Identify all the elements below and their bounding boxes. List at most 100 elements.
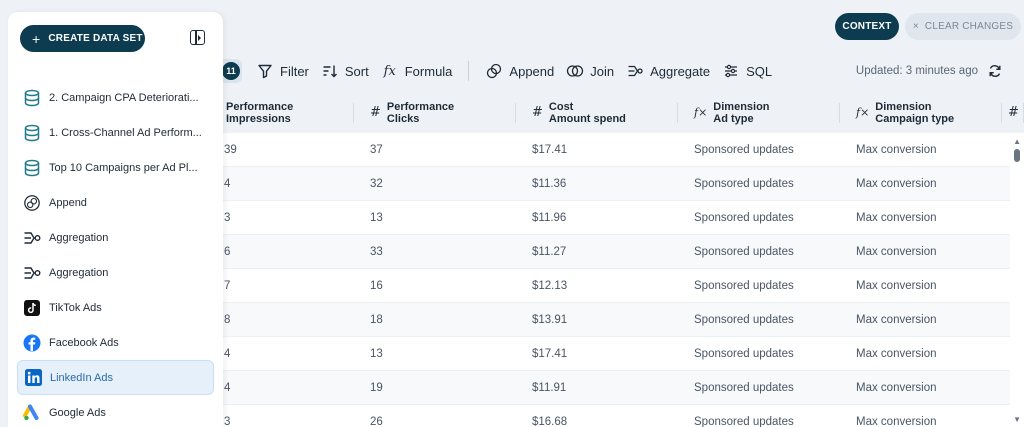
column-name-label: Amount spend (548, 113, 626, 125)
context-button[interactable]: CONTEXT (835, 13, 899, 40)
column-group-label: Dimension (875, 101, 932, 113)
amount-spend-cell[interactable]: $11.36 (516, 178, 678, 190)
impressions-cell[interactable]: 6 (222, 246, 354, 258)
vertical-scrollbar[interactable] (1010, 133, 1024, 427)
campaign-type-cell[interactable]: Max conversion (840, 416, 1002, 427)
amount-spend-cell[interactable]: $16.68 (516, 416, 678, 427)
impressions-cell[interactable]: 3 (222, 212, 354, 224)
clicks-cell[interactable]: 26 (354, 416, 516, 427)
ad-type-cell[interactable]: Sponsored updates (678, 382, 840, 394)
column-header-campaign-type[interactable]: 𝑓× Dimension Campaign type (840, 93, 1002, 133)
column-header-impressions[interactable]: Performance Impressions (222, 93, 354, 133)
amount-spend-cell[interactable]: $13.91 (516, 314, 678, 326)
clicks-cell[interactable]: 33 (354, 246, 516, 258)
sidebar-item[interactable]: Append (17, 185, 214, 220)
amount-spend-cell[interactable]: $11.96 (516, 212, 678, 224)
clicks-cell[interactable]: 32 (354, 178, 516, 190)
impressions-cell[interactable]: 39 (222, 144, 354, 156)
sql-button[interactable]: SQL (716, 57, 778, 85)
number-type-icon: # (532, 105, 543, 120)
clicks-cell[interactable]: 13 (354, 348, 516, 360)
impressions-cell[interactable]: 4 (222, 178, 354, 190)
ad-type-cell[interactable]: Sponsored updates (678, 348, 840, 360)
clicks-cell[interactable]: 19 (354, 382, 516, 394)
join-button[interactable]: Join (560, 57, 620, 85)
sidebar-panel: + CREATE DATA SET 2. Campaign CPA Deteri… (8, 12, 223, 427)
amount-spend-cell[interactable]: $17.41 (516, 348, 678, 360)
campaign-type-cell[interactable]: Max conversion (840, 280, 1002, 292)
campaign-type-cell[interactable]: Max conversion (840, 178, 1002, 190)
campaign-type-cell[interactable]: Max conversion (840, 348, 1002, 360)
ad-type-cell[interactable]: Sponsored updates (678, 212, 840, 224)
scroll-down-arrow-icon[interactable]: ▼ (1013, 415, 1021, 424)
collapse-sidebar-icon[interactable] (190, 30, 205, 45)
clear-changes-button[interactable]: × CLEAR CHANGES (905, 13, 1021, 40)
database-icon (23, 124, 41, 142)
sidebar-item[interactable]: Google Ads (17, 395, 214, 427)
refresh-icon[interactable] (986, 62, 1004, 80)
column-header-amount-spend[interactable]: # Cost Amount spend (516, 93, 678, 133)
row-count-tab[interactable]: 11 (222, 59, 242, 83)
impressions-cell[interactable]: 4 (222, 348, 354, 360)
ad-type-cell[interactable]: Sponsored updates (678, 144, 840, 156)
column-header-clicks[interactable]: # Performance Clicks (354, 93, 516, 133)
scroll-up-arrow-icon[interactable]: ▲ (1013, 137, 1021, 146)
table-row: 3 13 $11.96 Sponsored updates Max conversion (222, 201, 1024, 235)
aggregate-button[interactable]: Aggregate (620, 57, 716, 85)
scrollbar-thumb[interactable] (1014, 149, 1020, 162)
sort-button[interactable]: Sort (315, 57, 375, 85)
clicks-cell[interactable]: 18 (354, 314, 516, 326)
join-label: Join (590, 63, 615, 79)
formula-button[interactable]: 𝑓x Formula (375, 57, 459, 85)
formula-type-icon: 𝑓× (856, 106, 870, 119)
ad-type-cell[interactable]: Sponsored updates (678, 280, 840, 292)
impressions-cell[interactable]: 3 (222, 416, 354, 427)
ad-type-cell[interactable]: Sponsored updates (678, 314, 840, 326)
plus-icon: + (32, 30, 41, 47)
clicks-cell[interactable]: 13 (354, 212, 516, 224)
amount-spend-cell[interactable]: $11.27 (516, 246, 678, 258)
formula-type-icon: 𝑓× (694, 106, 708, 119)
sidebar-item[interactable]: Facebook Ads (17, 325, 214, 360)
campaign-type-cell[interactable]: Max conversion (840, 246, 1002, 258)
table-row: 39 37 $17.41 Sponsored updates Max conversio… (222, 133, 1024, 167)
campaign-type-cell[interactable]: Max conversion (840, 144, 1002, 156)
clicks-cell[interactable]: 16 (354, 280, 516, 292)
sidebar-item[interactable]: Aggregation (17, 220, 214, 255)
ad-type-cell[interactable]: Sponsored updates (678, 246, 840, 258)
ad-type-cell[interactable]: Sponsored updates (678, 416, 840, 427)
filter-button[interactable]: Filter (250, 57, 315, 85)
amount-spend-cell[interactable]: $17.41 (516, 144, 678, 156)
formula-icon: 𝑓x (383, 63, 396, 79)
sidebar-item[interactable]: 1. Cross-Channel Ad Perform... (17, 115, 214, 150)
sidebar-item[interactable]: Aggregation (17, 255, 214, 290)
column-header-next[interactable]: # (1002, 93, 1024, 133)
join-icon (566, 62, 584, 80)
sidebar-item-label: 1. Cross-Channel Ad Perform... (49, 126, 202, 139)
impressions-cell[interactable]: 4 (222, 382, 354, 394)
create-data-set-button[interactable]: + CREATE DATA SET (20, 25, 145, 52)
ad-type-cell[interactable]: Sponsored updates (678, 178, 840, 190)
campaign-type-cell[interactable]: Max conversion (840, 382, 1002, 394)
facebook-icon (23, 334, 41, 352)
campaign-type-cell[interactable]: Max conversion (840, 314, 1002, 326)
close-icon: × (912, 21, 919, 32)
sidebar-item[interactable]: LinkedIn Ads (17, 360, 214, 395)
impressions-cell[interactable]: 8 (222, 314, 354, 326)
impressions-cell[interactable]: 7 (222, 280, 354, 292)
column-group-label: Cost (548, 101, 574, 113)
sidebar-item[interactable]: Top 10 Campaigns per Ad Pl... (17, 150, 214, 185)
clicks-cell[interactable]: 37 (354, 144, 516, 156)
amount-spend-cell[interactable]: $12.13 (516, 280, 678, 292)
sidebar-item[interactable]: TikTok Ads (17, 290, 214, 325)
amount-spend-cell[interactable]: $11.91 (516, 382, 678, 394)
column-group-label: Performance (226, 101, 294, 113)
aggregate-label: Aggregate (650, 63, 711, 79)
campaign-type-cell[interactable]: Max conversion (840, 212, 1002, 224)
column-group-label: Dimension (713, 101, 770, 113)
column-header-ad-type[interactable]: 𝑓× Dimension Ad type (678, 93, 840, 133)
sidebar-item[interactable]: 2. Campaign CPA Deteriorati... (17, 80, 214, 115)
append-button[interactable]: Append (479, 57, 560, 85)
sort-icon (321, 62, 339, 80)
table-row: 3 26 $16.68 Sponsored updates Max conversion (222, 405, 1024, 427)
